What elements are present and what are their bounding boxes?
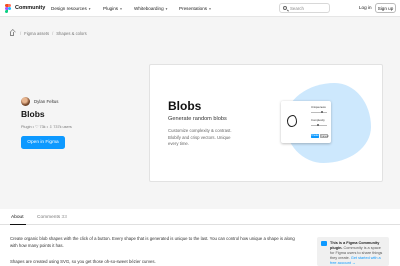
nav-whiteboarding[interactable]: Whiteboarding ▾ xyxy=(134,6,167,11)
nav-plugins[interactable]: Plugins ▾ xyxy=(103,6,122,11)
preview-label-uniqueness: Uniqueness xyxy=(311,105,326,109)
plugin-hero-image: Blobs Generate random blobs Customize co… xyxy=(149,64,383,182)
breadcrumb-separator: / xyxy=(52,31,54,36)
chevron-down-icon: ▾ xyxy=(209,6,211,11)
plugin-title: Blobs xyxy=(21,109,45,119)
top-navigation-bar: Community Design resources ▾ Plugins ▾ Whi… xyxy=(0,0,400,17)
breadcrumb-item-shapes-colors[interactable]: Shapes & colors xyxy=(56,31,87,36)
breadcrumb-item-figma-assets[interactable]: Figma assets xyxy=(24,31,49,36)
blob-preview-icon xyxy=(287,115,297,127)
nav-label: Presentations xyxy=(179,5,208,11)
nav-design-resources[interactable]: Design resources ▾ xyxy=(51,6,91,11)
author-avatar[interactable] xyxy=(21,97,30,106)
preview-cancel-button: Cancel xyxy=(320,134,329,138)
chevron-down-icon: ▾ xyxy=(88,6,91,11)
nav-label: Plugins xyxy=(103,5,119,11)
tab-about[interactable]: About xyxy=(11,215,24,220)
preview-create-button: Create xyxy=(311,134,319,138)
open-in-figma-button[interactable]: Open in Figma xyxy=(21,136,65,149)
community-link[interactable]: Community xyxy=(15,5,45,11)
nav-label: Whiteboarding xyxy=(134,5,164,11)
home-icon[interactable] xyxy=(10,31,14,36)
notice-text: This is a Figma Community plugin. Commun… xyxy=(330,241,386,266)
hero-subtitle: Generate random blobs xyxy=(168,116,227,122)
comments-count: 33 xyxy=(61,214,67,220)
breadcrumb-separator: / xyxy=(20,31,22,36)
plugin-ui-preview: Uniqueness Complexity Create Cancel xyxy=(281,101,331,143)
search-input[interactable]: Search xyxy=(279,3,330,13)
chat-bubble-icon xyxy=(321,241,327,246)
preview-slider-track xyxy=(311,125,327,126)
preview-slider-track xyxy=(311,112,327,113)
hero-description: Customize complexity & contrast. Blobify… xyxy=(168,128,232,147)
nav-presentations[interactable]: Presentations ▾ xyxy=(179,6,211,11)
figma-logo-icon[interactable] xyxy=(5,4,11,13)
about-paragraph: Shapes are created using SVG, so you get… xyxy=(10,259,156,264)
plugin-meta: Plugin • ♡ 73k • ⇩ 737k users xyxy=(21,125,72,129)
signup-button[interactable]: Sign up xyxy=(375,3,396,13)
tab-comments[interactable]: Comments 33 xyxy=(37,215,67,220)
chevron-down-icon: ▾ xyxy=(120,6,122,11)
preview-label-complexity: Complexity xyxy=(311,118,325,122)
search-placeholder: Search xyxy=(290,6,304,12)
community-notice: This is a Figma Community plugin. Commun… xyxy=(317,237,389,266)
search-icon xyxy=(283,6,287,11)
tab-bar: About Comments 33 xyxy=(0,209,400,225)
login-button[interactable]: Log in xyxy=(359,5,372,10)
chevron-down-icon: ▾ xyxy=(165,6,168,11)
author-name[interactable]: Dylan Feltus xyxy=(34,99,58,104)
breadcrumb: / Figma assets / Shapes & colors xyxy=(10,31,87,36)
nav-label: Design resources xyxy=(51,5,87,11)
tab-comments-label: Comments xyxy=(37,214,61,220)
hero-title: Blobs xyxy=(168,99,202,113)
about-paragraph: Create organic blob shapes with the clic… xyxy=(10,236,295,248)
